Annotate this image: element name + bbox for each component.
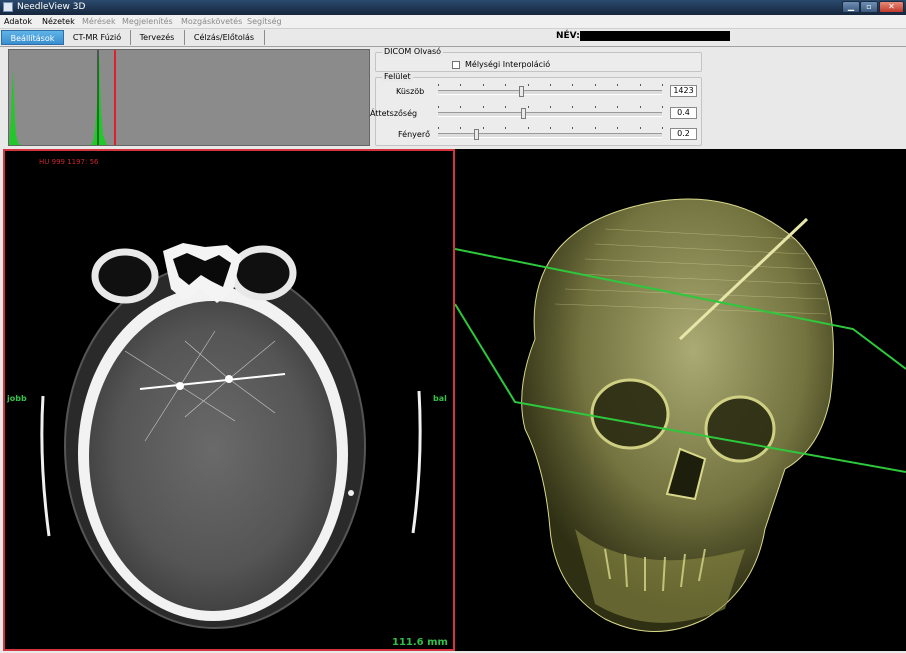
opacity-value[interactable]: 0.4 xyxy=(670,107,697,119)
dicom-group-title: DICOM Olvasó xyxy=(382,47,444,57)
surface-group: Felület Küszöb 1423 Áttetszőség 0.4 Fény… xyxy=(370,72,702,146)
surface-group-title: Felület xyxy=(382,72,413,82)
ct-side-marker-left xyxy=(411,390,422,534)
opacity-slider-thumb[interactable] xyxy=(521,108,527,119)
menu-segitseg[interactable]: Segítség xyxy=(247,16,282,27)
slider-tick xyxy=(594,84,596,86)
depth-interpolation-label: Mélységi Interpoláció xyxy=(465,60,551,69)
slider-tick xyxy=(572,127,574,129)
slider-tick xyxy=(482,106,484,108)
slider-tick xyxy=(617,84,619,86)
ct-side-marker-right xyxy=(40,395,51,537)
scale-readout: 111.6 mm xyxy=(392,637,448,648)
slider-tick xyxy=(505,106,507,108)
slider-tick xyxy=(639,106,641,108)
slider-tick xyxy=(662,127,663,129)
side-label-right: jobb xyxy=(7,394,27,403)
threshold-slider[interactable] xyxy=(438,90,662,95)
patient-name-field[interactable] xyxy=(580,31,730,41)
slider-tick xyxy=(527,127,529,129)
brightness-slider[interactable] xyxy=(438,133,662,138)
slider-tick xyxy=(482,127,484,129)
slider-tick xyxy=(572,106,574,108)
slider-tick xyxy=(662,84,663,86)
slider-tick xyxy=(662,106,663,108)
slider-tick xyxy=(460,106,462,108)
hu-readout: HU 999 1197: 56 xyxy=(39,158,99,166)
menu-megjelenites[interactable]: Megjelenítés xyxy=(122,16,173,27)
brightness-slider-thumb[interactable] xyxy=(474,129,480,140)
slider-tick xyxy=(527,106,529,108)
slider-tick xyxy=(594,127,596,129)
maximize-button[interactable]: ▫ xyxy=(860,1,878,13)
histogram-curve-low xyxy=(9,52,107,145)
brightness-label: Fényerő xyxy=(398,130,430,139)
menu-meresek[interactable]: Mérések xyxy=(82,16,116,27)
tab-beallitasok[interactable]: Beállítások xyxy=(1,30,64,45)
slider-tick xyxy=(572,84,574,86)
ct-brain-tissue xyxy=(89,301,337,611)
tab-celzas-elotolas[interactable]: Célzás/Előtolás xyxy=(184,30,265,45)
threshold-value[interactable]: 1423 xyxy=(670,85,697,97)
slider-tick xyxy=(639,127,641,129)
opacity-label: Áttetszőség xyxy=(370,109,418,118)
app-icon xyxy=(3,2,13,12)
brightness-value[interactable]: 0.2 xyxy=(670,128,697,140)
minimize-button[interactable]: ▁ xyxy=(842,1,860,13)
slider-tick xyxy=(505,127,507,129)
slider-tick xyxy=(617,127,619,129)
ct-orbit-right xyxy=(91,248,159,304)
slider-tick xyxy=(639,84,641,86)
slider-tick xyxy=(438,127,439,129)
close-button[interactable]: ✕ xyxy=(879,1,904,13)
opacity-slider[interactable] xyxy=(438,112,662,117)
slider-tick xyxy=(617,106,619,108)
slider-tick xyxy=(505,84,507,86)
slider-tick xyxy=(550,127,551,129)
threshold-label: Küszöb xyxy=(396,87,425,96)
slider-tick xyxy=(550,106,551,108)
slider-tick xyxy=(550,84,551,86)
ct-axial-view[interactable]: HU 999 1197: 56 jobb bal 111.6 mm xyxy=(3,149,455,651)
menu-mozgaskovetes[interactable]: Mozgáskövetés xyxy=(181,16,242,27)
window-title: NeedleView 3D xyxy=(17,2,86,12)
ct-orbit-left xyxy=(229,245,297,301)
slider-tick xyxy=(460,84,462,86)
menu-adatok[interactable]: Adatok xyxy=(4,16,32,27)
menu-bar: Adatok Nézetek Mérések Megjelenítés Mozg… xyxy=(0,15,906,29)
slider-tick xyxy=(460,127,462,129)
menu-nezetek[interactable]: Nézetek xyxy=(42,16,75,27)
slider-tick xyxy=(482,84,484,86)
tab-strip: Beállítások CT-MR Fúzió Tervezés Célzás/… xyxy=(0,29,906,47)
render-orbit-left xyxy=(704,395,776,463)
slider-tick xyxy=(438,84,439,86)
volume-render-view[interactable] xyxy=(455,149,906,651)
depth-interpolation-checkbox[interactable] xyxy=(452,61,460,69)
name-label: NÉV: xyxy=(556,31,580,41)
slider-tick xyxy=(438,106,439,108)
side-label-left: bal xyxy=(433,394,447,403)
slider-tick xyxy=(594,106,596,108)
title-bar: NeedleView 3D ▁ ▫ ✕ xyxy=(0,0,906,15)
dicom-reader-group: DICOM Olvasó Mélységi Interpoláció xyxy=(375,47,702,72)
render-orbit-right xyxy=(590,378,670,450)
tab-ct-mr-fuzio[interactable]: CT-MR Fúzió xyxy=(64,30,131,45)
intensity-histogram[interactable] xyxy=(8,49,370,146)
tab-tervezes[interactable]: Tervezés xyxy=(130,30,185,45)
slider-tick xyxy=(527,84,529,86)
threshold-slider-thumb[interactable] xyxy=(518,86,524,97)
